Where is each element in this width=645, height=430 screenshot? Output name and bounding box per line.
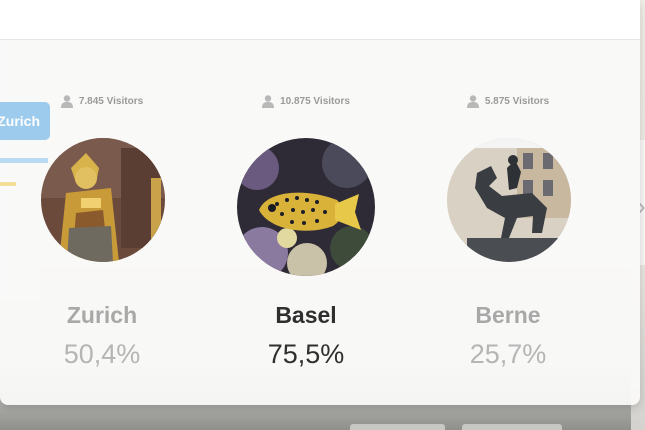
city-percent: 75,5%	[267, 339, 345, 369]
user-icon	[60, 95, 73, 108]
horse-statue-image	[447, 138, 571, 262]
visitor-count: 5.875 Visitors	[408, 95, 608, 108]
city-photo-boxfish	[237, 138, 375, 276]
background-zurich-button: Zurich	[0, 102, 50, 140]
city-photo-golden-statue	[41, 138, 165, 262]
city-name: Basel	[275, 302, 337, 328]
boxfish-image	[237, 138, 375, 276]
city-percent: 25,7%	[469, 339, 547, 369]
golden-statue-image	[41, 138, 165, 262]
visitor-count-text: 10.875 Visitors	[280, 96, 350, 107]
background-accent-line	[0, 182, 16, 186]
city-column-berne[interactable]: 5.875 Visitors Berne 25,7%	[408, 0, 608, 405]
city-column-basel[interactable]: 10.875 Visitors Basel 75,5%	[206, 0, 406, 405]
city-percent: 50,4%	[63, 339, 141, 369]
city-name: Berne	[475, 302, 541, 328]
background-accent-line	[0, 158, 48, 163]
user-icon	[466, 95, 479, 108]
visitor-count-text: 5.875 Visitors	[484, 96, 550, 107]
background-button	[462, 424, 562, 430]
user-icon	[262, 95, 275, 108]
visitors-card: 7.845 Visitors Zurich 50,4% 10.875 Visit…	[0, 0, 640, 405]
city-column-zurich[interactable]: 7.845 Visitors Zurich 50,4%	[2, 0, 202, 405]
city-photo-horse-statue	[447, 138, 571, 262]
city-name: Zurich	[66, 302, 138, 328]
background-button	[350, 424, 445, 430]
visitor-count-text: 7.845 Visitors	[78, 96, 144, 107]
visitor-count: 10.875 Visitors	[206, 95, 406, 108]
